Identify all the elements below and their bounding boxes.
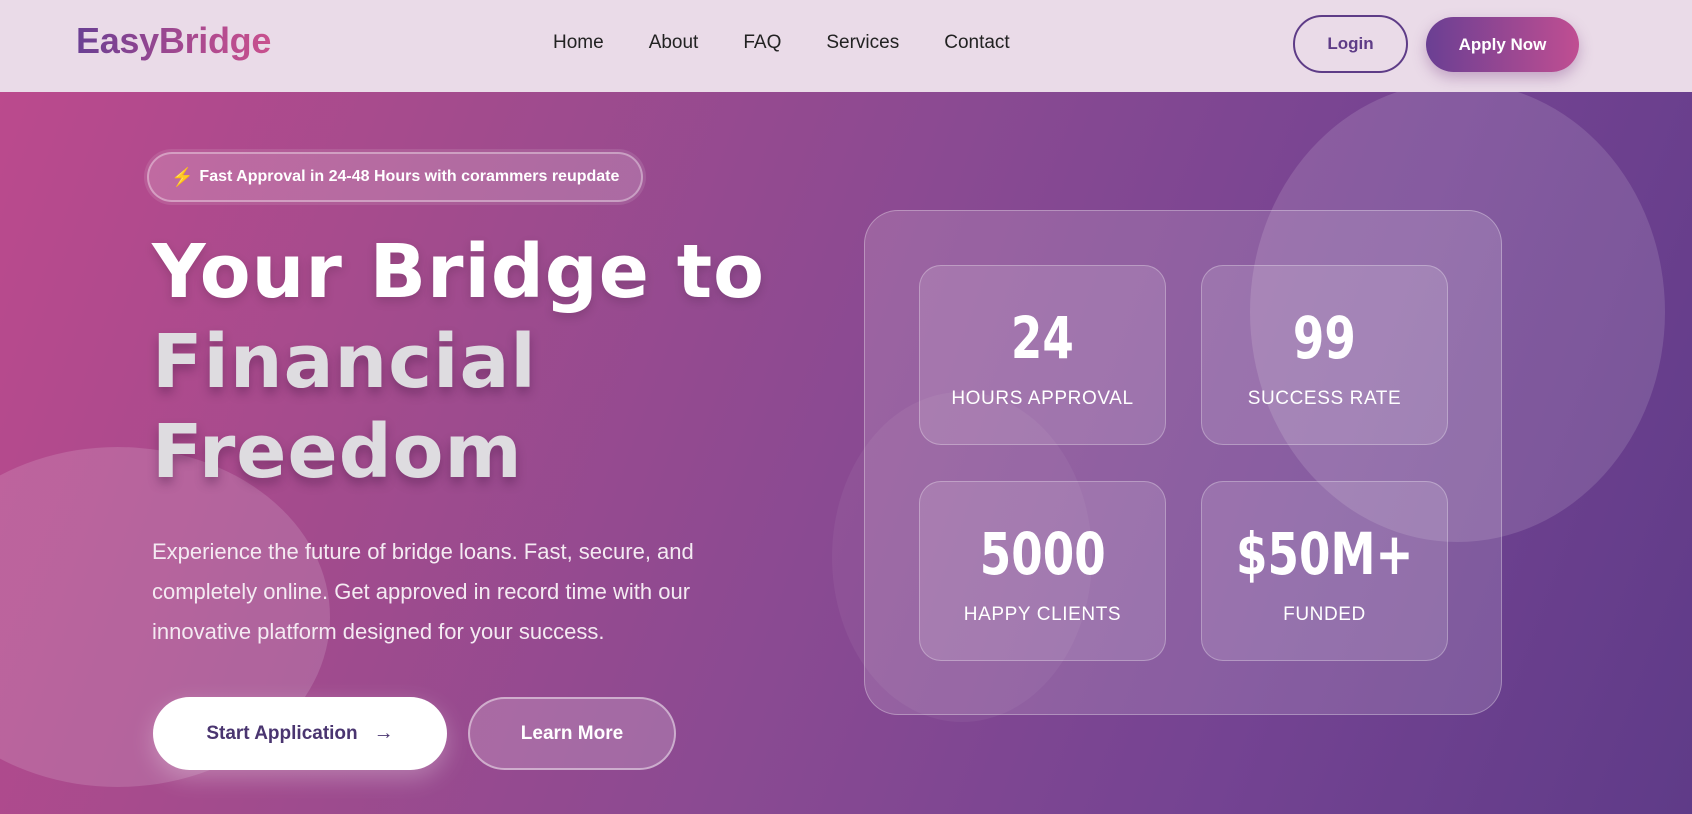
nav-link-services[interactable]: Services: [826, 32, 899, 54]
stat-value: 99: [1293, 304, 1356, 372]
stat-value: 5000: [979, 520, 1106, 588]
headline-line-2: Financial: [152, 319, 537, 405]
stat-card: 99 SUCCESS RATE: [1201, 265, 1448, 445]
logo[interactable]: EasyBridge: [76, 20, 271, 62]
hero-headline: Your Bridge to Financial Freedom: [152, 227, 872, 497]
headline-line-1: Your Bridge to: [152, 229, 765, 315]
apply-now-button[interactable]: Apply Now: [1426, 17, 1579, 72]
stats-panel: 24 HOURS APPROVAL 99 SUCCESS RATE 5000 H…: [864, 210, 1502, 715]
stat-label: SUCCESS RATE: [1247, 388, 1402, 409]
stat-label: HOURS APPROVAL: [951, 388, 1134, 409]
start-application-button[interactable]: Start Application →: [153, 697, 447, 770]
lightning-icon: ⚡: [171, 166, 194, 187]
stat-label: FUNDED: [1283, 604, 1366, 625]
nav-link-faq[interactable]: FAQ: [743, 32, 781, 54]
hero-description: Experience the future of bridge loans. F…: [152, 539, 694, 644]
nav-link-about[interactable]: About: [649, 32, 699, 54]
hero-section: ⚡ Fast Approval in 24-48 Hours with cora…: [0, 92, 1692, 814]
start-application-label: Start Application: [206, 722, 358, 744]
stat-card: 5000 HAPPY CLIENTS: [919, 481, 1166, 661]
login-button[interactable]: Login: [1293, 15, 1408, 73]
stat-value: 24: [1011, 304, 1074, 372]
stat-value: $50M+: [1235, 520, 1414, 588]
nav-link-home[interactable]: Home: [553, 32, 604, 54]
top-navbar: EasyBridge Home About FAQ Services Conta…: [0, 0, 1692, 92]
stat-card: $50M+ FUNDED: [1201, 481, 1448, 661]
learn-more-button[interactable]: Learn More: [468, 697, 676, 770]
nav-links: Home About FAQ Services Contact: [553, 32, 1055, 54]
stat-label: HAPPY CLIENTS: [963, 604, 1122, 625]
approval-badge: ⚡ Fast Approval in 24-48 Hours with cora…: [147, 152, 644, 202]
nav-link-contact[interactable]: Contact: [944, 32, 1009, 54]
arrow-right-icon: →: [373, 722, 394, 744]
badge-text: Fast Approval in 24-48 Hours with coramm…: [199, 168, 620, 185]
stat-card: 24 HOURS APPROVAL: [919, 265, 1166, 445]
headline-line-3: Freedom: [152, 409, 523, 495]
